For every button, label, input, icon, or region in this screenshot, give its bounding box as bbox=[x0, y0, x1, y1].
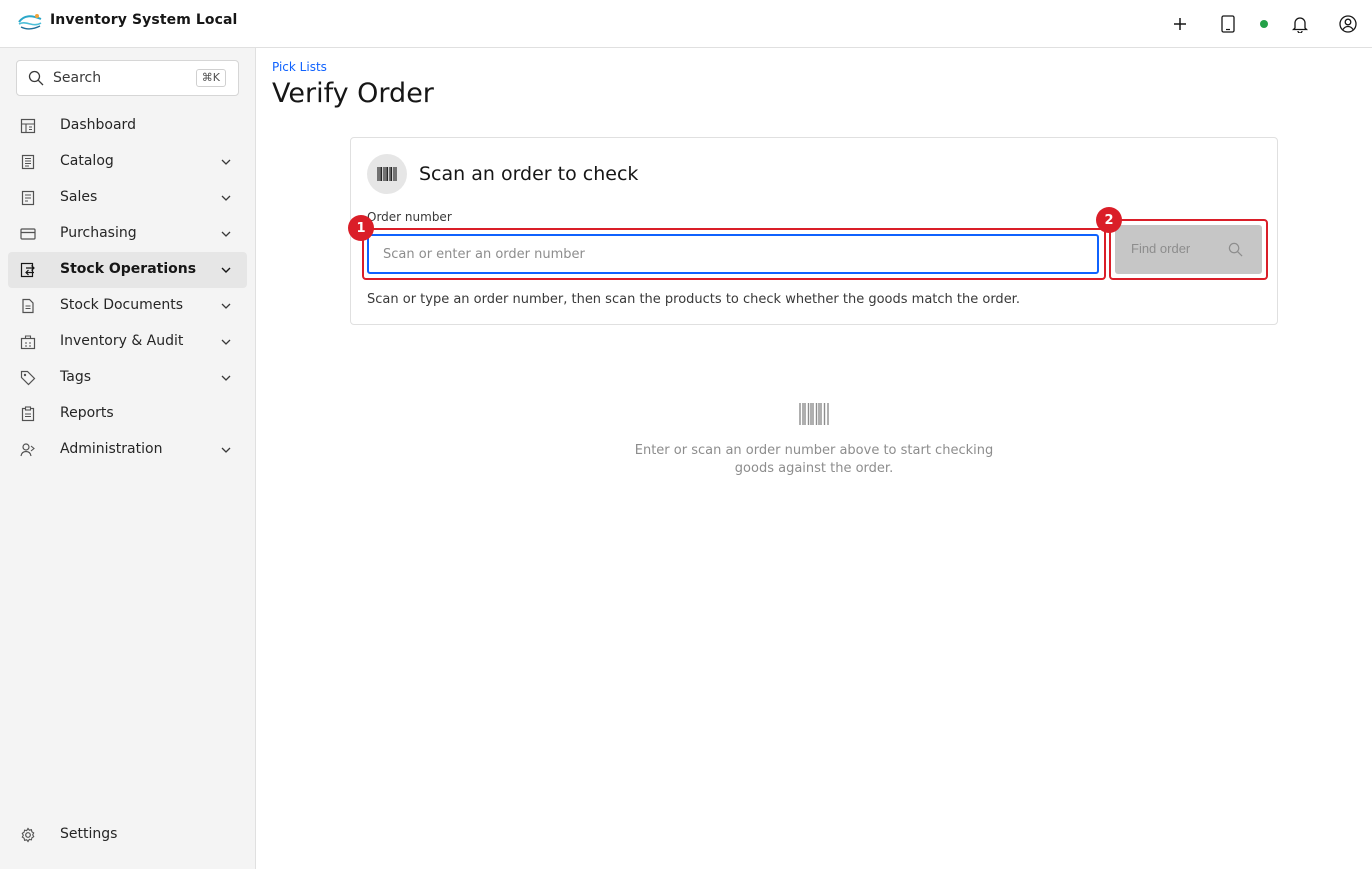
sidebar-item-dashboard[interactable]: Dashboard bbox=[8, 108, 247, 144]
sidebar-item-label: Settings bbox=[60, 826, 118, 842]
sidebar-item-stock-documents[interactable]: Stock Documents bbox=[8, 288, 247, 324]
device-button[interactable] bbox=[1212, 8, 1244, 40]
sidebar-item-label: Tags bbox=[60, 369, 91, 385]
sidebar-item-administration[interactable]: Administration bbox=[8, 432, 247, 468]
notifications-button[interactable] bbox=[1284, 8, 1316, 40]
gear-icon bbox=[21, 827, 35, 843]
barcode-icon bbox=[377, 167, 397, 181]
sidebar-item-purchasing[interactable]: Purchasing bbox=[8, 216, 247, 252]
helper-text: Scan or type an order number, then scan … bbox=[367, 292, 1020, 307]
empty-state-message: Enter or scan an order number above to s… bbox=[634, 443, 994, 476]
bell-icon bbox=[1292, 17, 1308, 33]
breadcrumb-pick-lists[interactable]: Pick Lists bbox=[272, 60, 327, 74]
chevron-down-icon bbox=[221, 303, 231, 309]
sidebar-item-inventory-audit[interactable]: Inventory & Audit bbox=[8, 324, 247, 360]
sidebar-item-label: Purchasing bbox=[60, 225, 137, 241]
report-icon bbox=[21, 406, 35, 422]
sidebar-item-tags[interactable]: Tags bbox=[8, 360, 247, 396]
search-shortcut-badge: ⌘K bbox=[195, 69, 226, 87]
chevron-down-icon bbox=[221, 159, 231, 165]
top-header: Inventory System Local bbox=[0, 0, 1372, 48]
annotation-badge-2: 2 bbox=[1096, 207, 1122, 233]
sidebar-nav: Dashboard Catalog Sales Purchasing Stock… bbox=[8, 108, 247, 468]
tablet-icon bbox=[1221, 15, 1235, 33]
sidebar-item-label: Catalog bbox=[60, 153, 114, 169]
user-icon bbox=[1339, 15, 1357, 33]
inventory-icon bbox=[20, 335, 36, 350]
add-button[interactable] bbox=[1164, 8, 1196, 40]
chevron-down-icon bbox=[221, 447, 231, 453]
order-number-label: Order number bbox=[367, 210, 452, 224]
search-icon bbox=[28, 70, 44, 86]
chevron-down-icon bbox=[221, 375, 231, 381]
user-admin-icon bbox=[20, 443, 35, 457]
sidebar-settings: Settings bbox=[8, 817, 247, 853]
barcode-icon bbox=[799, 403, 829, 425]
user-menu-button[interactable] bbox=[1332, 8, 1364, 40]
sidebar-search[interactable]: Search ⌘K bbox=[16, 60, 239, 96]
sidebar-item-label: Sales bbox=[60, 189, 98, 205]
app-logo bbox=[18, 14, 42, 30]
sales-icon bbox=[21, 190, 35, 206]
sidebar-item-settings[interactable]: Settings bbox=[8, 817, 247, 853]
plus-icon bbox=[1174, 18, 1186, 30]
card-title: Scan an order to check bbox=[419, 163, 639, 185]
annotation-badge-1: 1 bbox=[348, 215, 374, 241]
catalog-icon bbox=[21, 154, 35, 170]
dashboard-icon bbox=[20, 118, 36, 134]
sidebar-item-label: Inventory & Audit bbox=[60, 333, 184, 349]
annotation-box-1 bbox=[362, 228, 1106, 280]
chevron-down-icon bbox=[221, 231, 231, 237]
sidebar-item-label: Stock Operations bbox=[60, 261, 197, 277]
chevron-down-icon bbox=[221, 195, 231, 201]
chevron-down-icon bbox=[221, 339, 231, 345]
app-title: Inventory System Local bbox=[50, 12, 238, 28]
card-icon-badge bbox=[367, 154, 407, 194]
sidebar-item-label: Administration bbox=[60, 441, 163, 457]
sidebar-item-stock-operations[interactable]: Stock Operations bbox=[8, 252, 247, 288]
sidebar-item-label: Reports bbox=[60, 405, 114, 421]
tag-icon bbox=[20, 370, 36, 386]
page-title: Verify Order bbox=[272, 78, 434, 109]
chevron-down-icon bbox=[221, 267, 231, 273]
annotation-box-2 bbox=[1109, 219, 1268, 280]
connection-status-indicator bbox=[1260, 20, 1268, 28]
scan-order-card: Scan an order to check Order number Find… bbox=[348, 137, 1278, 325]
sidebar: Search ⌘K Dashboard Catalog Sales Purcha… bbox=[0, 48, 256, 869]
document-icon bbox=[22, 298, 34, 314]
credit-card-icon bbox=[20, 228, 36, 240]
sidebar-item-reports[interactable]: Reports bbox=[8, 396, 247, 432]
search-label: Search bbox=[53, 70, 102, 86]
sidebar-item-label: Stock Documents bbox=[60, 297, 184, 313]
sidebar-item-catalog[interactable]: Catalog bbox=[8, 144, 247, 180]
stock-operations-icon bbox=[20, 262, 35, 278]
sidebar-item-label: Dashboard bbox=[60, 117, 136, 133]
sidebar-item-sales[interactable]: Sales bbox=[8, 180, 247, 216]
